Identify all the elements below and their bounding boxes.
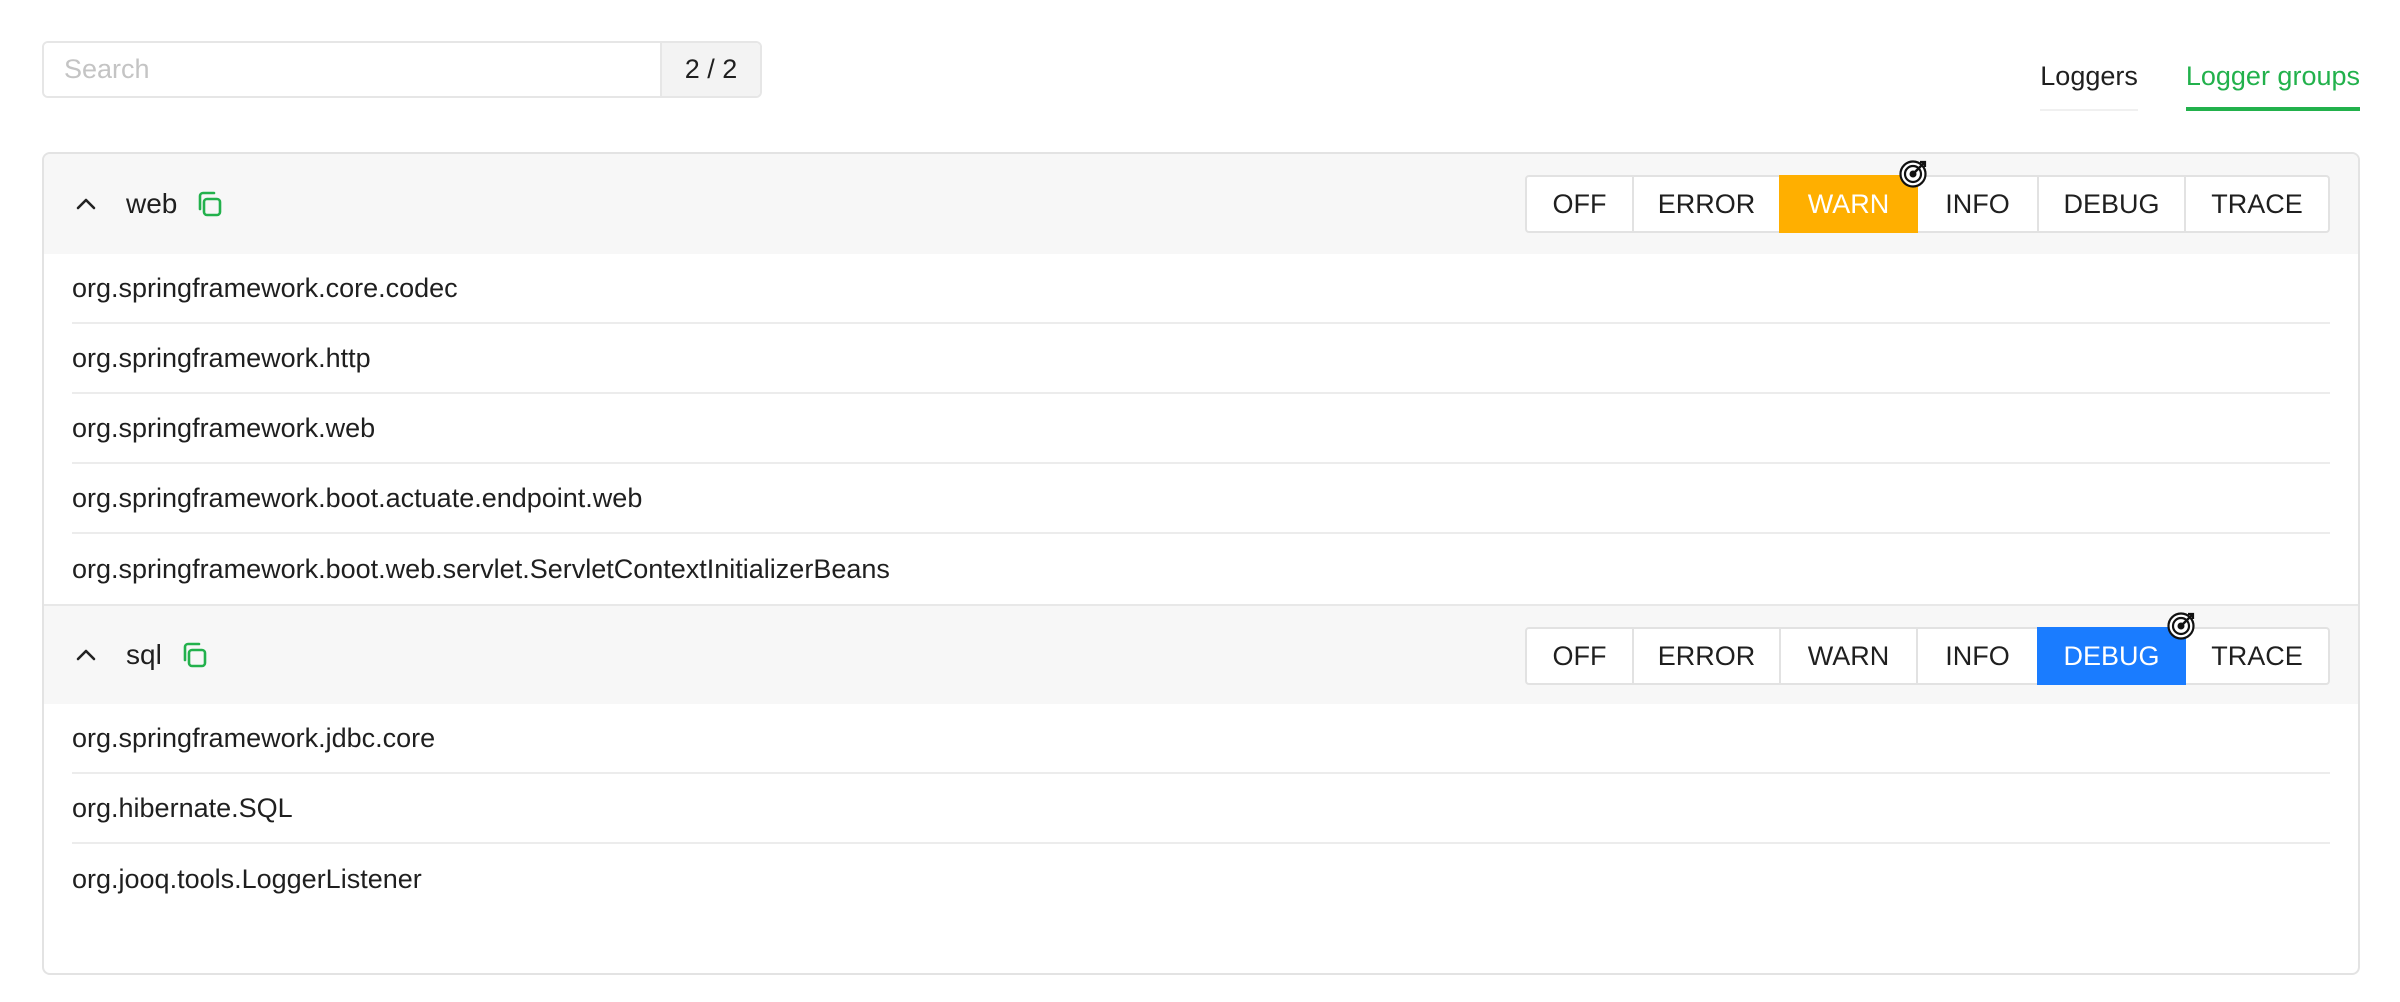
view-tabs: Loggers Logger groups <box>1992 41 2360 111</box>
list-item: org.springframework.http <box>72 324 2330 394</box>
group-header-web: web OFF ERROR WARN INFO DEBUG TRACE <box>44 154 2358 254</box>
level-warn-button[interactable]: WARN <box>1779 627 1918 685</box>
level-trace-button[interactable]: TRACE <box>2184 175 2330 233</box>
list-item: org.jooq.tools.LoggerListener <box>72 863 422 894</box>
chevron-up-icon[interactable] <box>66 635 106 675</box>
logger-groups-panel: web OFF ERROR WARN INFO DEBUG TRACE org.… <box>42 152 2360 975</box>
level-error-button[interactable]: ERROR <box>1632 175 1781 233</box>
logger-list-sql: org.springframework.jdbc.core org.hibern… <box>44 704 2358 914</box>
list-item: org.springframework.jdbc.core <box>72 704 2330 774</box>
list-item: org.springframework.web <box>72 394 2330 464</box>
list-item: org.springframework.core.codec <box>72 254 2330 324</box>
level-info-button[interactable]: INFO <box>1916 175 2039 233</box>
tab-loggers[interactable]: Loggers <box>2040 41 2138 111</box>
copy-icon[interactable] <box>176 637 212 673</box>
level-debug-button[interactable]: DEBUG <box>2037 612 2195 685</box>
level-debug-button[interactable]: DEBUG <box>2037 175 2186 233</box>
search-result-count: 2 / 2 <box>660 43 760 96</box>
group-header-sql: sql OFF ERROR WARN INFO DEBUG TRACE <box>44 604 2358 704</box>
level-label: WARN <box>1807 188 1890 219</box>
level-info-button[interactable]: INFO <box>1916 627 2039 685</box>
logger-list-web: org.springframework.core.codec org.sprin… <box>44 254 2358 604</box>
level-off-button[interactable]: OFF <box>1525 175 1634 233</box>
log-level-selector: OFF ERROR WARN INFO DEBUG TRACE <box>1525 612 2330 685</box>
search-bar: 2 / 2 <box>42 41 762 98</box>
chevron-up-icon[interactable] <box>66 184 106 224</box>
list-item: org.springframework.boot.actuate.endpoin… <box>72 464 2330 534</box>
log-level-selector: OFF ERROR WARN INFO DEBUG TRACE <box>1525 160 2330 233</box>
level-off-button[interactable]: OFF <box>1525 627 1634 685</box>
list-item: org.springframework.boot.web.servlet.Ser… <box>72 553 890 584</box>
level-label: DEBUG <box>2063 640 2160 671</box>
target-icon <box>1899 160 1927 188</box>
level-warn-button[interactable]: WARN <box>1779 160 1927 233</box>
copy-icon[interactable] <box>191 186 227 222</box>
level-error-button[interactable]: ERROR <box>1632 627 1781 685</box>
group-name: web <box>126 188 178 219</box>
list-item: org.hibernate.SQL <box>72 774 2330 844</box>
group-name: sql <box>126 639 162 670</box>
search-input[interactable] <box>44 43 660 96</box>
level-trace-button[interactable]: TRACE <box>2184 627 2330 685</box>
target-icon <box>2167 612 2195 640</box>
tab-logger-groups[interactable]: Logger groups <box>2185 41 2360 111</box>
